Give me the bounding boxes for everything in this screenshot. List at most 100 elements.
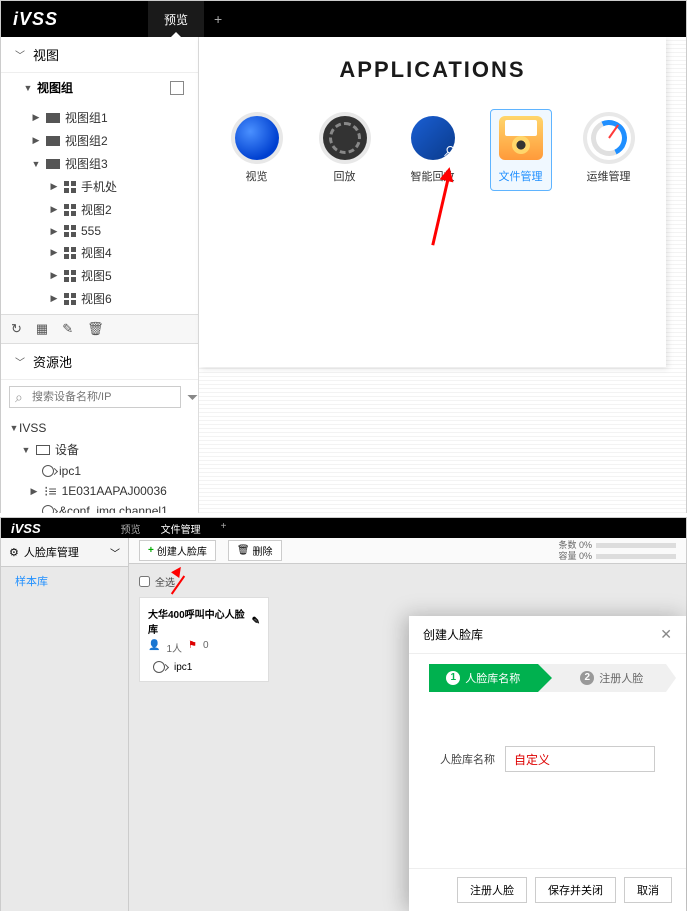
app-label: 运维管理 bbox=[585, 168, 633, 184]
grid-icon bbox=[64, 225, 76, 237]
tree-label: IVSS bbox=[19, 421, 46, 435]
app-file-manage[interactable]: 文件管理 bbox=[490, 109, 552, 191]
view-section-header[interactable]: ﹀ 视图 bbox=[1, 37, 198, 73]
resource-tree: ▼IVSS ▼设备 ipc1 ▶⁝≡1E031AAPAJ00036 &conf_… bbox=[1, 414, 198, 513]
name-input[interactable] bbox=[505, 746, 655, 772]
app-label: 视览 bbox=[233, 168, 281, 184]
flag-count: 0 bbox=[203, 640, 209, 655]
tree-label: 视图4 bbox=[81, 244, 112, 261]
grid-icon bbox=[64, 181, 76, 193]
apps-panel: APPLICATIONS 视览 回放 智能回放 文件管理 运维管理 bbox=[199, 37, 666, 367]
step-2[interactable]: 2注册人脸 bbox=[538, 664, 667, 692]
dots-icon: ⁝≡ bbox=[44, 486, 57, 496]
face-lib-label: 人脸库管理 bbox=[24, 544, 79, 560]
view-section-label: 视图 bbox=[33, 45, 59, 64]
register-face-button[interactable]: 注册人脸 bbox=[457, 877, 527, 903]
apps-title: APPLICATIONS bbox=[199, 57, 666, 83]
app-ops-manage[interactable]: 运维管理 bbox=[578, 109, 640, 191]
ipc-label: ipc1 bbox=[174, 662, 192, 673]
tree-label: 视图2 bbox=[81, 201, 112, 218]
camera-icon bbox=[42, 505, 54, 513]
toolbar-delete-icon[interactable]: 🗑 bbox=[87, 321, 104, 337]
tree-row[interactable]: ▶视图组2 bbox=[1, 129, 198, 152]
tree-label: 1E031AAPAJ00036 bbox=[62, 484, 167, 498]
step-number-icon: 1 bbox=[446, 671, 460, 685]
ops-icon bbox=[587, 116, 631, 160]
content-area: APPLICATIONS 视览 回放 智能回放 文件管理 运维管理 bbox=[199, 37, 686, 513]
tree-row[interactable]: ipc1 bbox=[1, 461, 198, 481]
name-field-label: 人脸库名称 bbox=[440, 751, 495, 767]
chevron-down-icon: ﹀ bbox=[15, 354, 25, 369]
filter-icon[interactable]: ⏷ bbox=[187, 389, 198, 406]
tree-row[interactable]: ▶视图6 bbox=[1, 287, 198, 310]
sidebar: ﹀ 视图 ▼ 视图组 ▶视图组1 ▶视图组2 ▼ 视图组3 ▶手机处 ▶视图2 ▶… bbox=[1, 37, 199, 513]
trash-icon: 🗑 bbox=[237, 545, 250, 556]
close-icon[interactable]: ✕ bbox=[660, 626, 672, 643]
logo: iVSS bbox=[11, 521, 41, 536]
tree-label: 555 bbox=[81, 224, 101, 238]
plus-icon: + bbox=[148, 545, 154, 556]
select-all-checkbox[interactable] bbox=[139, 576, 150, 587]
tree-row[interactable]: ▶⁝≡1E031AAPAJ00036 bbox=[1, 481, 198, 501]
delete-label: 删除 bbox=[253, 543, 273, 558]
tree-row[interactable]: ▶555 bbox=[1, 221, 198, 241]
progress-bar bbox=[596, 554, 676, 559]
caret-down-icon: ▼ bbox=[31, 159, 41, 169]
dialog-footer: 注册人脸 保存并关闭 取消 bbox=[409, 868, 686, 911]
layout-icon[interactable] bbox=[170, 81, 184, 95]
top-bar: iVSS 预览 文件管理 + bbox=[1, 518, 686, 538]
viewgroup-header[interactable]: ▼ 视图组 bbox=[1, 73, 198, 102]
stat-count: 条数 0% bbox=[558, 540, 592, 550]
tab-file-manage[interactable]: 文件管理 bbox=[161, 521, 201, 536]
cancel-button[interactable]: 取消 bbox=[624, 877, 672, 903]
facelib-card[interactable]: 大华400呼叫中心人脸库✎ 👤1人⚑0 ipc1 bbox=[139, 597, 269, 682]
delete-button[interactable]: 🗑删除 bbox=[228, 540, 282, 561]
tree-row[interactable]: ▼ 视图组3 bbox=[1, 152, 198, 175]
tree-row[interactable]: ▼设备 bbox=[1, 438, 198, 461]
resource-section-header[interactable]: ﹀ 资源池 bbox=[1, 344, 198, 380]
toolbar-refresh-icon[interactable]: ↻ bbox=[11, 321, 22, 337]
tab-preview[interactable]: 预览 bbox=[148, 1, 204, 37]
chevron-down-icon: ﹀ bbox=[110, 545, 120, 560]
app-smart-playback[interactable]: 智能回放 bbox=[402, 109, 464, 191]
tree-row[interactable]: ▶视图5 bbox=[1, 264, 198, 287]
save-close-button[interactable]: 保存并关闭 bbox=[535, 877, 616, 903]
folder-icon bbox=[46, 113, 60, 123]
smart-icon bbox=[411, 116, 455, 160]
tree-row[interactable]: ▶手机处 bbox=[1, 175, 198, 198]
tree-row[interactable]: ▶视图4 bbox=[1, 241, 198, 264]
grid-icon bbox=[64, 204, 76, 216]
app-preview[interactable]: 视览 bbox=[226, 109, 288, 191]
toolbar-edit-icon[interactable]: ✎ bbox=[62, 321, 73, 337]
top-tabs: 预览 + bbox=[148, 1, 232, 37]
toolbar-add-icon[interactable]: ▦ bbox=[36, 321, 48, 337]
top-bar: iVSS 预览 + bbox=[1, 1, 686, 37]
tab-add[interactable]: + bbox=[204, 1, 232, 37]
tree-row[interactable]: ▼IVSS bbox=[1, 418, 198, 438]
app-playback[interactable]: 回放 bbox=[314, 109, 376, 191]
tree-label: 视图组3 bbox=[65, 155, 108, 172]
device-icon bbox=[36, 445, 50, 455]
app-label: 智能回放 bbox=[409, 168, 457, 184]
step-1[interactable]: 1人脸库名称 bbox=[429, 664, 538, 692]
steps: 1人脸库名称 2注册人脸 bbox=[429, 664, 666, 692]
screenshot-top: iVSS 预览 + ﹀ 视图 ▼ 视图组 ▶视图组1 ▶视图组2 ▼ 视图组3 ▶… bbox=[0, 0, 687, 513]
search-input[interactable] bbox=[9, 386, 181, 408]
tab-add[interactable]: + bbox=[221, 521, 227, 536]
face-lib-header[interactable]: ⚙ 人脸库管理 ﹀ bbox=[1, 538, 128, 567]
tree-row[interactable]: ▶视图组1 bbox=[1, 106, 198, 129]
caret-down-icon: ▼ bbox=[9, 423, 19, 433]
tree-label: 视图组1 bbox=[65, 109, 108, 126]
sidebar-item-sample[interactable]: 样本库 bbox=[1, 567, 128, 595]
select-all-row[interactable]: 全选 bbox=[139, 574, 676, 589]
top-tabs: 预览 文件管理 + bbox=[121, 521, 227, 536]
step-number-icon: 2 bbox=[580, 671, 594, 685]
tree-row[interactable]: ▶视图2 bbox=[1, 198, 198, 221]
create-facelib-dialog: 创建人脸库 ✕ 1人脸库名称 2注册人脸 人脸库名称 注册人脸 保存并关闭 取 bbox=[409, 616, 686, 911]
edit-icon[interactable]: ✎ bbox=[252, 616, 260, 627]
tree-row[interactable]: &conf_img.channel1 bbox=[1, 501, 198, 513]
card-title: 大华400呼叫中心人脸库 bbox=[148, 606, 248, 636]
tree-label: 手机处 bbox=[81, 178, 117, 195]
tab-preview[interactable]: 预览 bbox=[121, 521, 141, 536]
create-facelib-button[interactable]: +创建人脸库 bbox=[139, 540, 216, 561]
